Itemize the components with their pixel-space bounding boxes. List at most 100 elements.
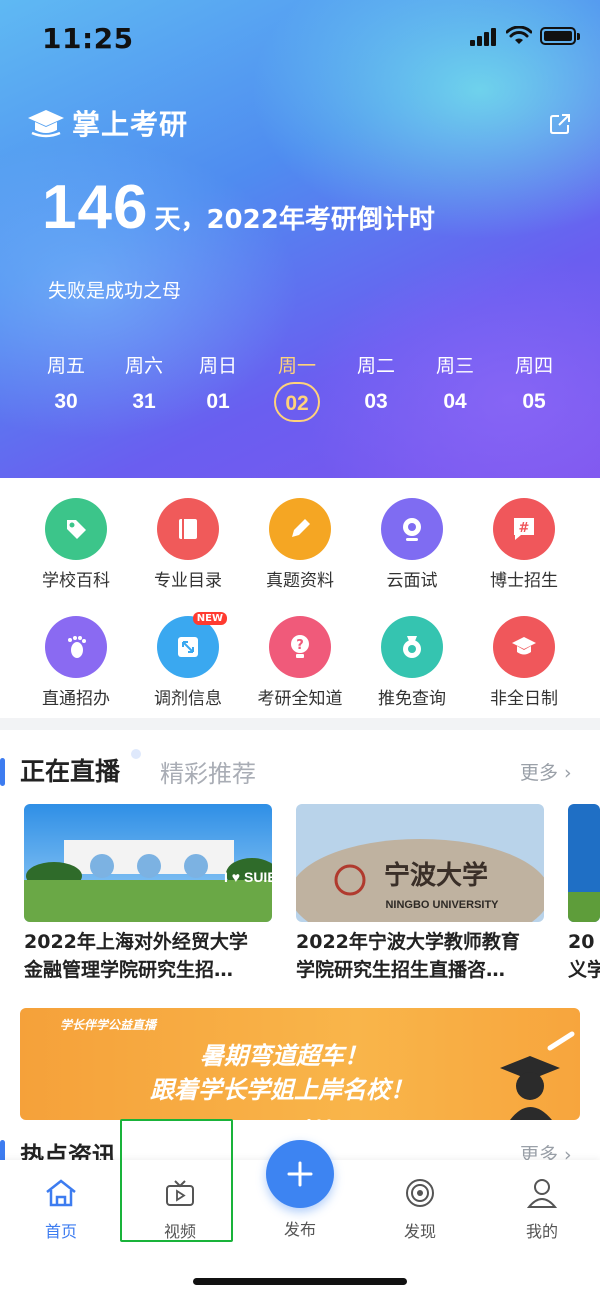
- highlight-box: [120, 1119, 233, 1242]
- day-item[interactable]: 周日 01: [180, 352, 256, 422]
- graduate-illustration: [500, 1031, 575, 1120]
- stone-text-en: NINGBO UNIVERSITY: [385, 899, 499, 911]
- hashtag-icon: #: [493, 498, 555, 560]
- campus-sign-text: I ♥ SUIB: [224, 869, 272, 885]
- countdown-hero: 11:25 掌上考研 146 天，2022年考研倒计时 失败是成功之母 周五 3…: [0, 0, 600, 478]
- live-card-title-line2: 金融管理学院研究生招…: [24, 959, 234, 981]
- shortcut-label: 考研全知道: [257, 689, 343, 709]
- banner-brand: 学长伴学公益直播: [60, 1018, 157, 1032]
- publish-button[interactable]: [266, 1140, 334, 1208]
- day-item[interactable]: 周二 03: [338, 352, 414, 422]
- status-time: 11:25: [42, 22, 134, 55]
- shortcut-recommendation-query[interactable]: 推免查询: [356, 616, 468, 709]
- swap-icon: NEW: [157, 612, 227, 678]
- shortcut-label: 学校百科: [42, 571, 110, 591]
- shortcut-school-wiki[interactable]: 学校百科: [20, 498, 132, 591]
- section-accent: [0, 758, 5, 786]
- day-item[interactable]: 周六 31: [106, 352, 182, 422]
- live-card-thumbnail: I ♥ SUIB: [24, 804, 272, 922]
- graduation-cap-icon: [493, 616, 555, 678]
- countdown-label: 天，2022年考研倒计时: [154, 205, 435, 235]
- date-number: 05: [522, 390, 546, 413]
- live-card-partial[interactable]: 20 义学: [568, 804, 600, 984]
- status-bar: 11:25: [0, 0, 600, 76]
- date-number: 30: [54, 390, 78, 413]
- weekday-label: 周二: [356, 355, 395, 377]
- live-card-title-line1: 2022年上海对外经贸大学: [24, 931, 248, 953]
- shortcut-past-papers[interactable]: 真题资料: [244, 498, 356, 591]
- weekday-label: 周四: [514, 355, 553, 377]
- svg-text:?: ?: [296, 638, 304, 653]
- chevron-right-icon: ›: [558, 762, 572, 784]
- live-card-thumbnail: 宁波大学 NINGBO UNIVERSITY: [296, 804, 544, 922]
- plus-icon: [287, 1161, 313, 1187]
- live-card[interactable]: I ♥ SUIB 2022年上海对外经贸大学 金融管理学院研究生招…: [24, 804, 272, 984]
- shortcut-part-time[interactable]: 非全日制: [468, 616, 580, 709]
- date-number: 03: [364, 390, 388, 413]
- tab-label: 发现: [403, 1222, 436, 1241]
- live-section: 正在直播 精彩推荐 更多 › I ♥ SUIB 2022年上海对外经贸大学 金融…: [0, 730, 600, 1000]
- publish-label: 发布: [283, 1220, 316, 1239]
- shortcut-label: 专业目录: [154, 571, 222, 591]
- discover-icon: [370, 1176, 470, 1210]
- banner-section: 学长伴学公益直播 暑期弯道超车！ 跟着学长学姐上岸名校！: [0, 1000, 600, 1130]
- shortcut-cloud-interview[interactable]: 云面试: [356, 498, 468, 591]
- day-item[interactable]: 周五 30: [28, 352, 104, 422]
- live-card-thumbnail: [568, 804, 600, 922]
- weekday-label: 周五: [46, 355, 85, 377]
- date-number: 01: [206, 390, 230, 413]
- shortcut-major-catalog[interactable]: 专业目录: [132, 498, 244, 591]
- live-card-title-line2: 义学: [568, 959, 600, 981]
- weekday-label: 周一: [277, 355, 316, 377]
- countdown-row: 146 天，2022年考研倒计时: [42, 172, 435, 243]
- tab-discover[interactable]: 发现: [370, 1176, 470, 1242]
- graduation-cap-logo-icon: [28, 110, 64, 138]
- banner-headline: 暑期弯道超车！: [200, 1042, 368, 1070]
- week-strip: 周五 30 周六 31 周日 01 周一 02 周二 03 周三 04 周四 0…: [28, 352, 572, 426]
- date-number: 31: [132, 390, 156, 413]
- carousel-dots: [304, 1108, 334, 1120]
- app-logo: 掌上考研: [26, 103, 188, 143]
- live-card-title-line1: 2022年宁波大学教师教育: [296, 931, 520, 953]
- battery-icon: [540, 27, 580, 45]
- tab-home[interactable]: 首页: [11, 1176, 111, 1242]
- weekday-label: 周日: [198, 355, 237, 377]
- book-icon: [157, 498, 219, 560]
- shortcut-label: 非全日制: [490, 689, 558, 709]
- banner-subheadline: 跟着学长学姐上岸名校！: [150, 1076, 414, 1104]
- date-number: 02: [274, 382, 320, 422]
- user-icon: [492, 1176, 592, 1210]
- shortcut-admission-office[interactable]: 直通招办: [20, 616, 132, 709]
- more-link[interactable]: 更多 ›: [520, 758, 572, 785]
- day-item[interactable]: 周四 05: [496, 352, 572, 422]
- shortcut-label: 云面试: [386, 571, 438, 591]
- motto: 失败是成功之母: [48, 280, 182, 302]
- live-card[interactable]: 宁波大学 NINGBO UNIVERSITY 2022年宁波大学教师教育 学院研…: [296, 804, 544, 984]
- tab-mine[interactable]: 我的: [492, 1176, 592, 1242]
- decorative-dot: [131, 749, 141, 759]
- shortcut-faq[interactable]: ? 考研全知道: [244, 616, 356, 709]
- svg-text:#: #: [519, 521, 530, 536]
- app-name: 掌上考研: [72, 108, 189, 141]
- question-icon: ?: [269, 616, 331, 678]
- medal-icon: [381, 616, 443, 678]
- day-item[interactable]: 周三 04: [417, 352, 493, 422]
- live-card-title-line2: 学院研究生招生直播咨…: [296, 959, 506, 981]
- shortcut-label: 推免查询: [378, 689, 446, 709]
- shortcut-grid: 学校百科 专业目录 真题资料 云面试 # 博士招生 直通招办 NEW 调剂信息 …: [0, 478, 600, 718]
- wifi-icon: [506, 26, 532, 44]
- new-badge: NEW: [192, 612, 227, 625]
- promo-banner[interactable]: 学长伴学公益直播 暑期弯道超车！ 跟着学长学姐上岸名校！: [20, 1008, 580, 1120]
- share-icon[interactable]: [548, 112, 572, 136]
- shortcut-phd-admission[interactable]: # 博士招生: [468, 498, 580, 591]
- countdown-days: 146: [42, 173, 149, 242]
- home-indicator: [193, 1278, 407, 1285]
- day-item-selected[interactable]: 周一 02: [259, 352, 335, 422]
- tab-recommended[interactable]: 精彩推荐: [160, 754, 256, 789]
- tab-live-now[interactable]: 正在直播: [20, 752, 120, 788]
- footprint-icon: [45, 616, 107, 678]
- shortcut-transfer-info[interactable]: NEW 调剂信息: [132, 612, 244, 709]
- webcam-icon: [381, 498, 443, 560]
- stone-text-cn: 宁波大学: [384, 860, 488, 891]
- home-icon: [11, 1176, 111, 1210]
